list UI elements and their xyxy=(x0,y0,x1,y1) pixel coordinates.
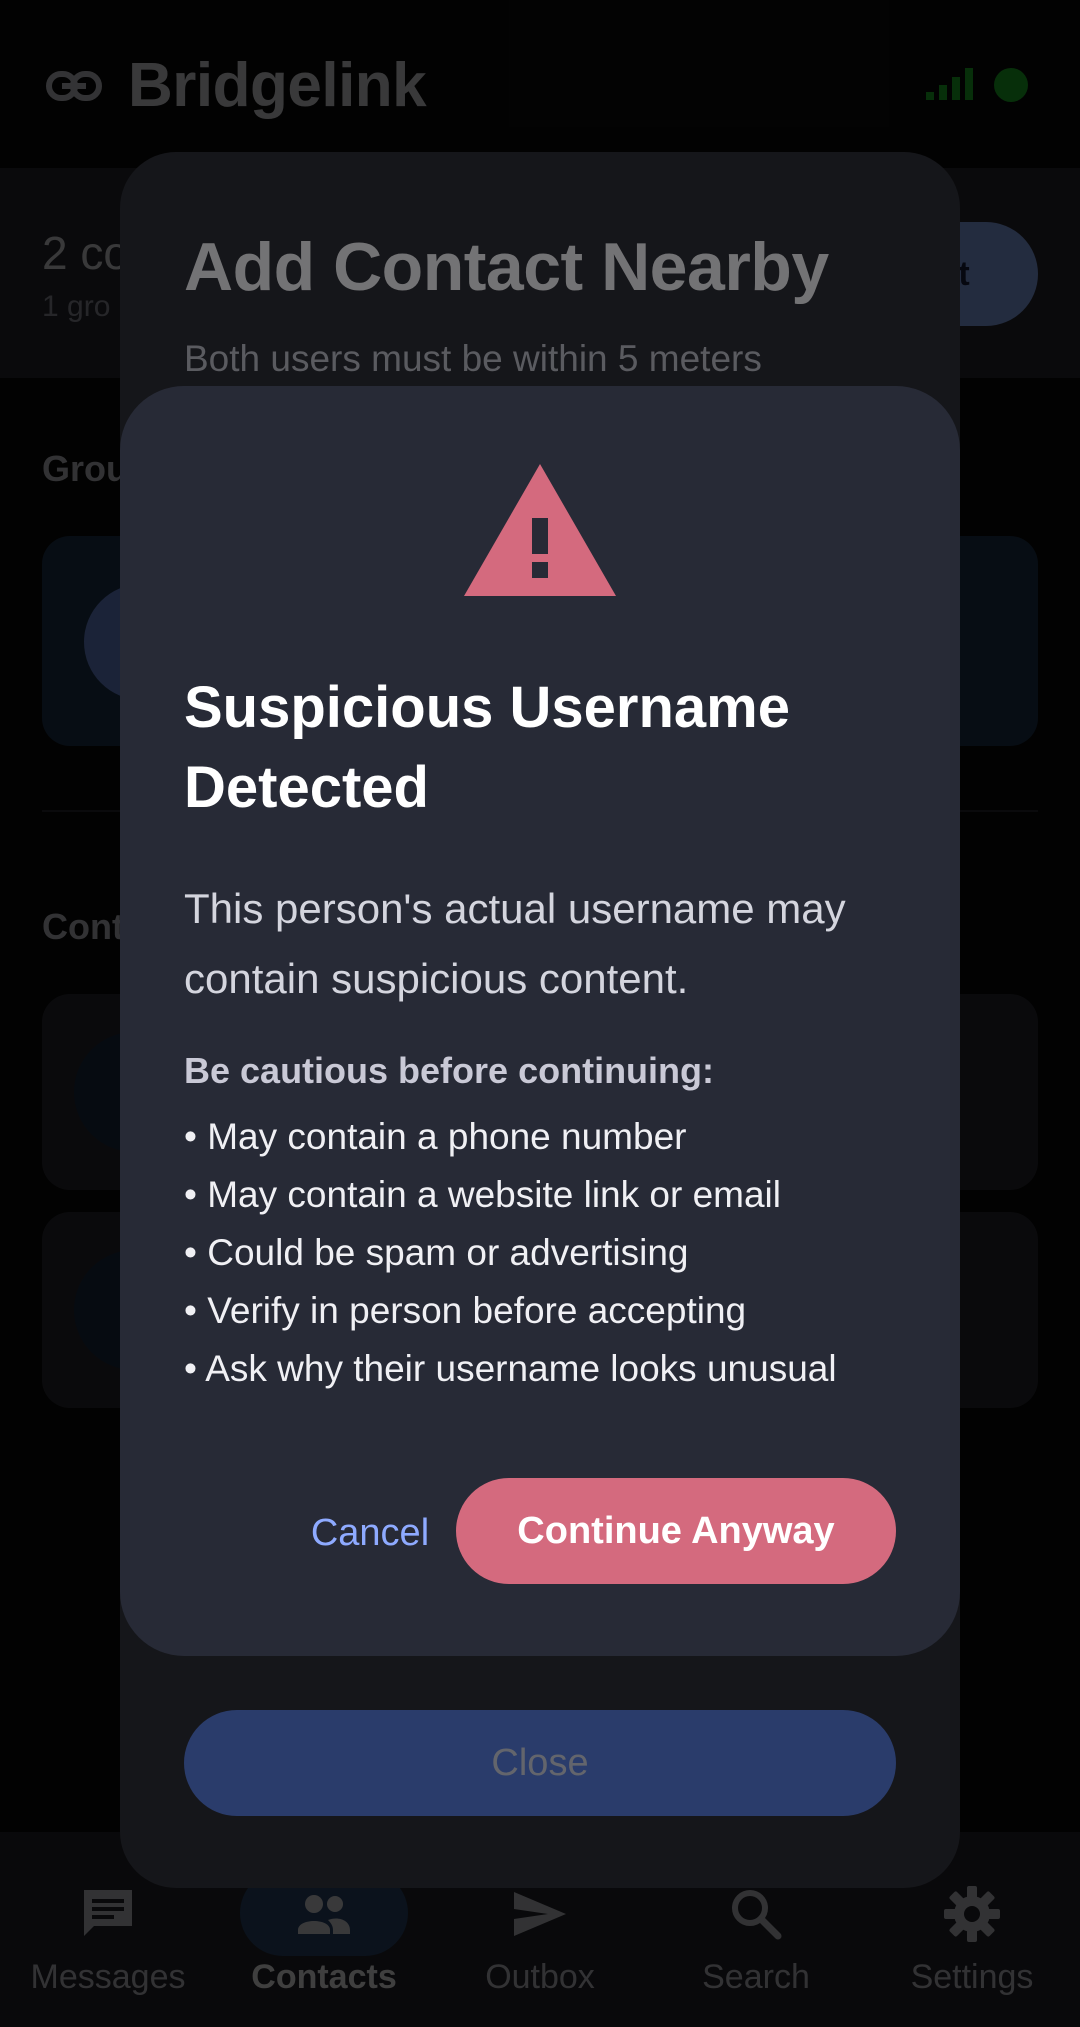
suspicious-username-dialog: Suspicious Username Detected This person… xyxy=(120,386,960,1656)
warning-triangle-icon xyxy=(464,464,616,596)
warning-item: May contain a phone number xyxy=(184,1108,944,1166)
warning-item: Ask why their username looks unusual xyxy=(184,1340,944,1398)
dialog-title: Suspicious Username Detected xyxy=(184,675,790,820)
warning-list: May contain a phone number May contain a… xyxy=(184,1108,944,1398)
warning-item: May contain a website link or email xyxy=(184,1166,944,1224)
warning-item: Could be spam or advertising xyxy=(184,1224,944,1282)
cancel-button[interactable]: Cancel xyxy=(280,1480,460,1586)
warning-item: Verify in person before accepting xyxy=(184,1282,944,1340)
continue-anyway-button[interactable]: Continue Anyway xyxy=(456,1478,896,1584)
caution-heading: Be cautious before continuing: xyxy=(184,1050,715,1091)
dialog-body: This person's actual username may contai… xyxy=(184,885,846,1002)
